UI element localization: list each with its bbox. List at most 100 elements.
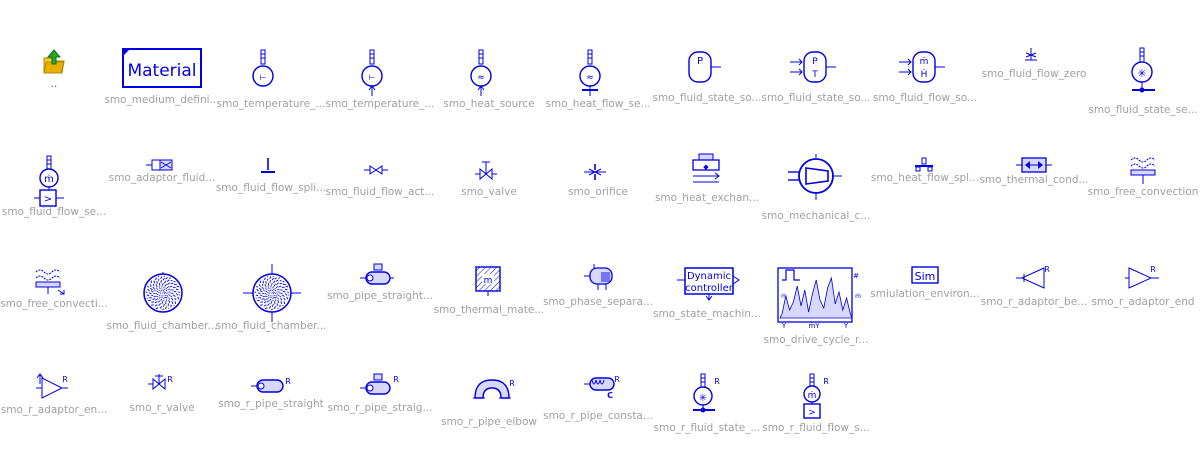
library-item-label: smo_r_pipe_consta... [543, 410, 653, 422]
r-pipe-constant-icon: RC [584, 374, 620, 400]
library-item-label: smo_r_adaptor_end [1091, 296, 1195, 308]
library-item[interactable]: smo_mechanical_c... [762, 150, 870, 250]
svg-text:>: > [44, 194, 52, 205]
drive-cycle-icon: ṁ # ṁ YṁY Y [776, 266, 864, 330]
svg-text:P: P [812, 57, 818, 67]
svg-text:◆: ◆ [703, 163, 709, 171]
library-item[interactable]: smo_valve [435, 150, 543, 250]
library-item-label: smo_r_adaptor_be... [980, 296, 1088, 308]
library-item-label: smo_mechanical_c... [761, 210, 871, 222]
library-item[interactable]: smo_fluid_chamber... [106, 262, 218, 362]
library-item-label: smo_temperature_... [216, 98, 326, 110]
library-item[interactable]: Rsmo_r_pipe_straight [217, 370, 325, 470]
library-item-label: smo_r_pipe_straight [218, 398, 324, 410]
temperature-source-icon: ⊢ [360, 49, 384, 96]
svg-text:⊢: ⊢ [369, 73, 376, 82]
library-item[interactable]: smo_fluid_chamber... [215, 262, 327, 362]
library-item-label: smo_thermal_mate... [433, 304, 545, 316]
library-item-label: smo_heat_exchan... [654, 192, 760, 204]
library-item-label: smo_fluid_flow_zero [981, 68, 1087, 80]
svg-text:R: R [62, 375, 68, 384]
svg-text:ṁ: ṁ [855, 293, 861, 300]
library-item-label: smo_r_adaptor_en... [0, 404, 108, 416]
r-valve-icon: R [148, 374, 174, 391]
library-item-label: smo_heat_flow_spl... [870, 172, 980, 184]
library-item[interactable]: ✳ smo_fluid_state_se... [1088, 40, 1198, 140]
library-item[interactable]: ṁ # ṁ YṁY Ysmo_drive_cycle_r... [762, 262, 870, 362]
library-item[interactable]: Dynamic controller smo_state_machin... [653, 262, 761, 362]
library-item[interactable]: smo_fluid_flow_spli... [216, 150, 326, 250]
library-item[interactable]: smo_phase_separa... [543, 262, 653, 362]
svg-text:Material: Material [127, 61, 196, 81]
svg-text:R: R [714, 377, 720, 386]
library-item[interactable]: ⊢ smo_temperature_... [326, 40, 434, 140]
simulation-environment-icon: Sim [911, 266, 939, 284]
library-item[interactable]: ṁ > smo_fluid_flow_se... [0, 150, 108, 250]
svg-text:>: > [808, 408, 816, 418]
svg-text:P: P [697, 56, 703, 67]
library-item[interactable]: Rsmo_r_pipe_elbow [435, 370, 543, 470]
svg-text:Y: Y [843, 322, 849, 330]
library-item[interactable]: .. [0, 40, 108, 140]
heat-exchanger-icon: ◆ [689, 153, 723, 190]
heat-flow-split-icon [913, 157, 935, 172]
library-item[interactable]: ≈ smo_heat_flow_se... [544, 40, 652, 140]
svg-text:R: R [167, 375, 173, 384]
library-item[interactable]: smo_fluid_flow_act... [326, 150, 434, 250]
library-item[interactable]: smo_heat_flow_spl... [871, 150, 979, 250]
library-item[interactable]: smo_pipe_straight... [326, 262, 434, 362]
library-item[interactable]: smo_free_convection [1088, 150, 1198, 250]
library-item-label: smo_r_fluid_state_... [653, 422, 761, 434]
library-item-label: smo_heat_flow_se... [545, 98, 651, 110]
mechanical-compressor-icon [788, 154, 844, 204]
svg-text:ṁ: ṁ [781, 293, 787, 300]
library-item[interactable]: smo_orifice [544, 150, 652, 250]
svg-text:ṁ: ṁ [920, 57, 929, 67]
library-item[interactable]: ◆ smo_heat_exchan... [653, 150, 761, 250]
library-item[interactable]: ṁ > Rsmo_r_fluid_flow_s... [762, 370, 870, 470]
library-item[interactable]: ⊢ smo_temperature_... [217, 40, 325, 140]
library-item[interactable]: Rsmo_r_adaptor_be... [980, 262, 1088, 362]
library-item[interactable]: Psmo_fluid_state_so... [652, 40, 762, 140]
fluid-chamber-ports-icon [243, 264, 301, 322]
heat-source-icon: ≈ [469, 49, 493, 96]
library-item-label: smo_fluid_flow_act... [325, 186, 435, 198]
library-item-label: smo_r_pipe_straig... [327, 402, 433, 414]
library-item[interactable]: Rsmo_r_adaptor_end [1089, 262, 1197, 362]
svg-text:ṁ: ṁ [808, 391, 817, 401]
library-item[interactable]: R C smo_r_pipe_consta... [543, 370, 653, 470]
library-item-label: smo_valve [461, 186, 517, 198]
library-item[interactable]: m smo_thermal_mate... [434, 262, 544, 362]
library-item-label: smo_r_pipe_elbow [441, 416, 537, 428]
library-item[interactable]: ṁ Ḣsmo_fluid_flow_so... [871, 40, 979, 140]
fluid-state-source-p-icon: P [687, 50, 721, 84]
r-adaptor-energy-icon: R [36, 373, 70, 400]
material-icon: Material [122, 48, 202, 88]
library-item-label: .. [50, 78, 58, 90]
phase-separator-icon [584, 264, 613, 292]
library-item[interactable]: Rsmo_r_pipe_straig... [326, 370, 434, 470]
pipe-straight-icon [360, 263, 394, 286]
adaptor-fluid-icon [146, 158, 174, 172]
library-item[interactable]: ✳ Rsmo_r_fluid_state_... [653, 370, 761, 470]
library-item[interactable]: P Tsmo_fluid_state_so... [761, 40, 871, 140]
library-item[interactable]: smo_thermal_cond... [979, 150, 1089, 250]
library-item[interactable]: Material smo_medium_defini... [104, 40, 220, 140]
svg-text:T: T [811, 70, 818, 80]
library-item[interactable]: smo_adaptor_fluid... [108, 150, 216, 250]
fluid-state-sensor-icon: ✳ [1127, 47, 1157, 94]
library-item[interactable]: Rsmo_r_adaptor_en... [0, 370, 108, 470]
library-item[interactable]: ≈ smo_heat_source [435, 40, 543, 140]
library-item[interactable]: smo_free_convecti... [0, 262, 108, 362]
fluid-flow-split-icon [261, 158, 275, 176]
svg-text:R: R [1044, 265, 1050, 274]
library-item[interactable]: smo_fluid_flow_zero [980, 40, 1088, 140]
state-machine-icon: Dynamic controller [677, 266, 740, 301]
fluid-flow-sensor-icon: ṁ > [34, 155, 64, 207]
library-item[interactable]: Rsmo_r_valve [108, 370, 216, 470]
fluid-chamber-icon [142, 272, 184, 314]
valve-icon [475, 160, 497, 181]
library-item-label: smo_orifice [568, 186, 628, 198]
svg-text:ṁ: ṁ [44, 174, 54, 185]
library-item[interactable]: Sim smiulation_environ... [870, 262, 980, 362]
